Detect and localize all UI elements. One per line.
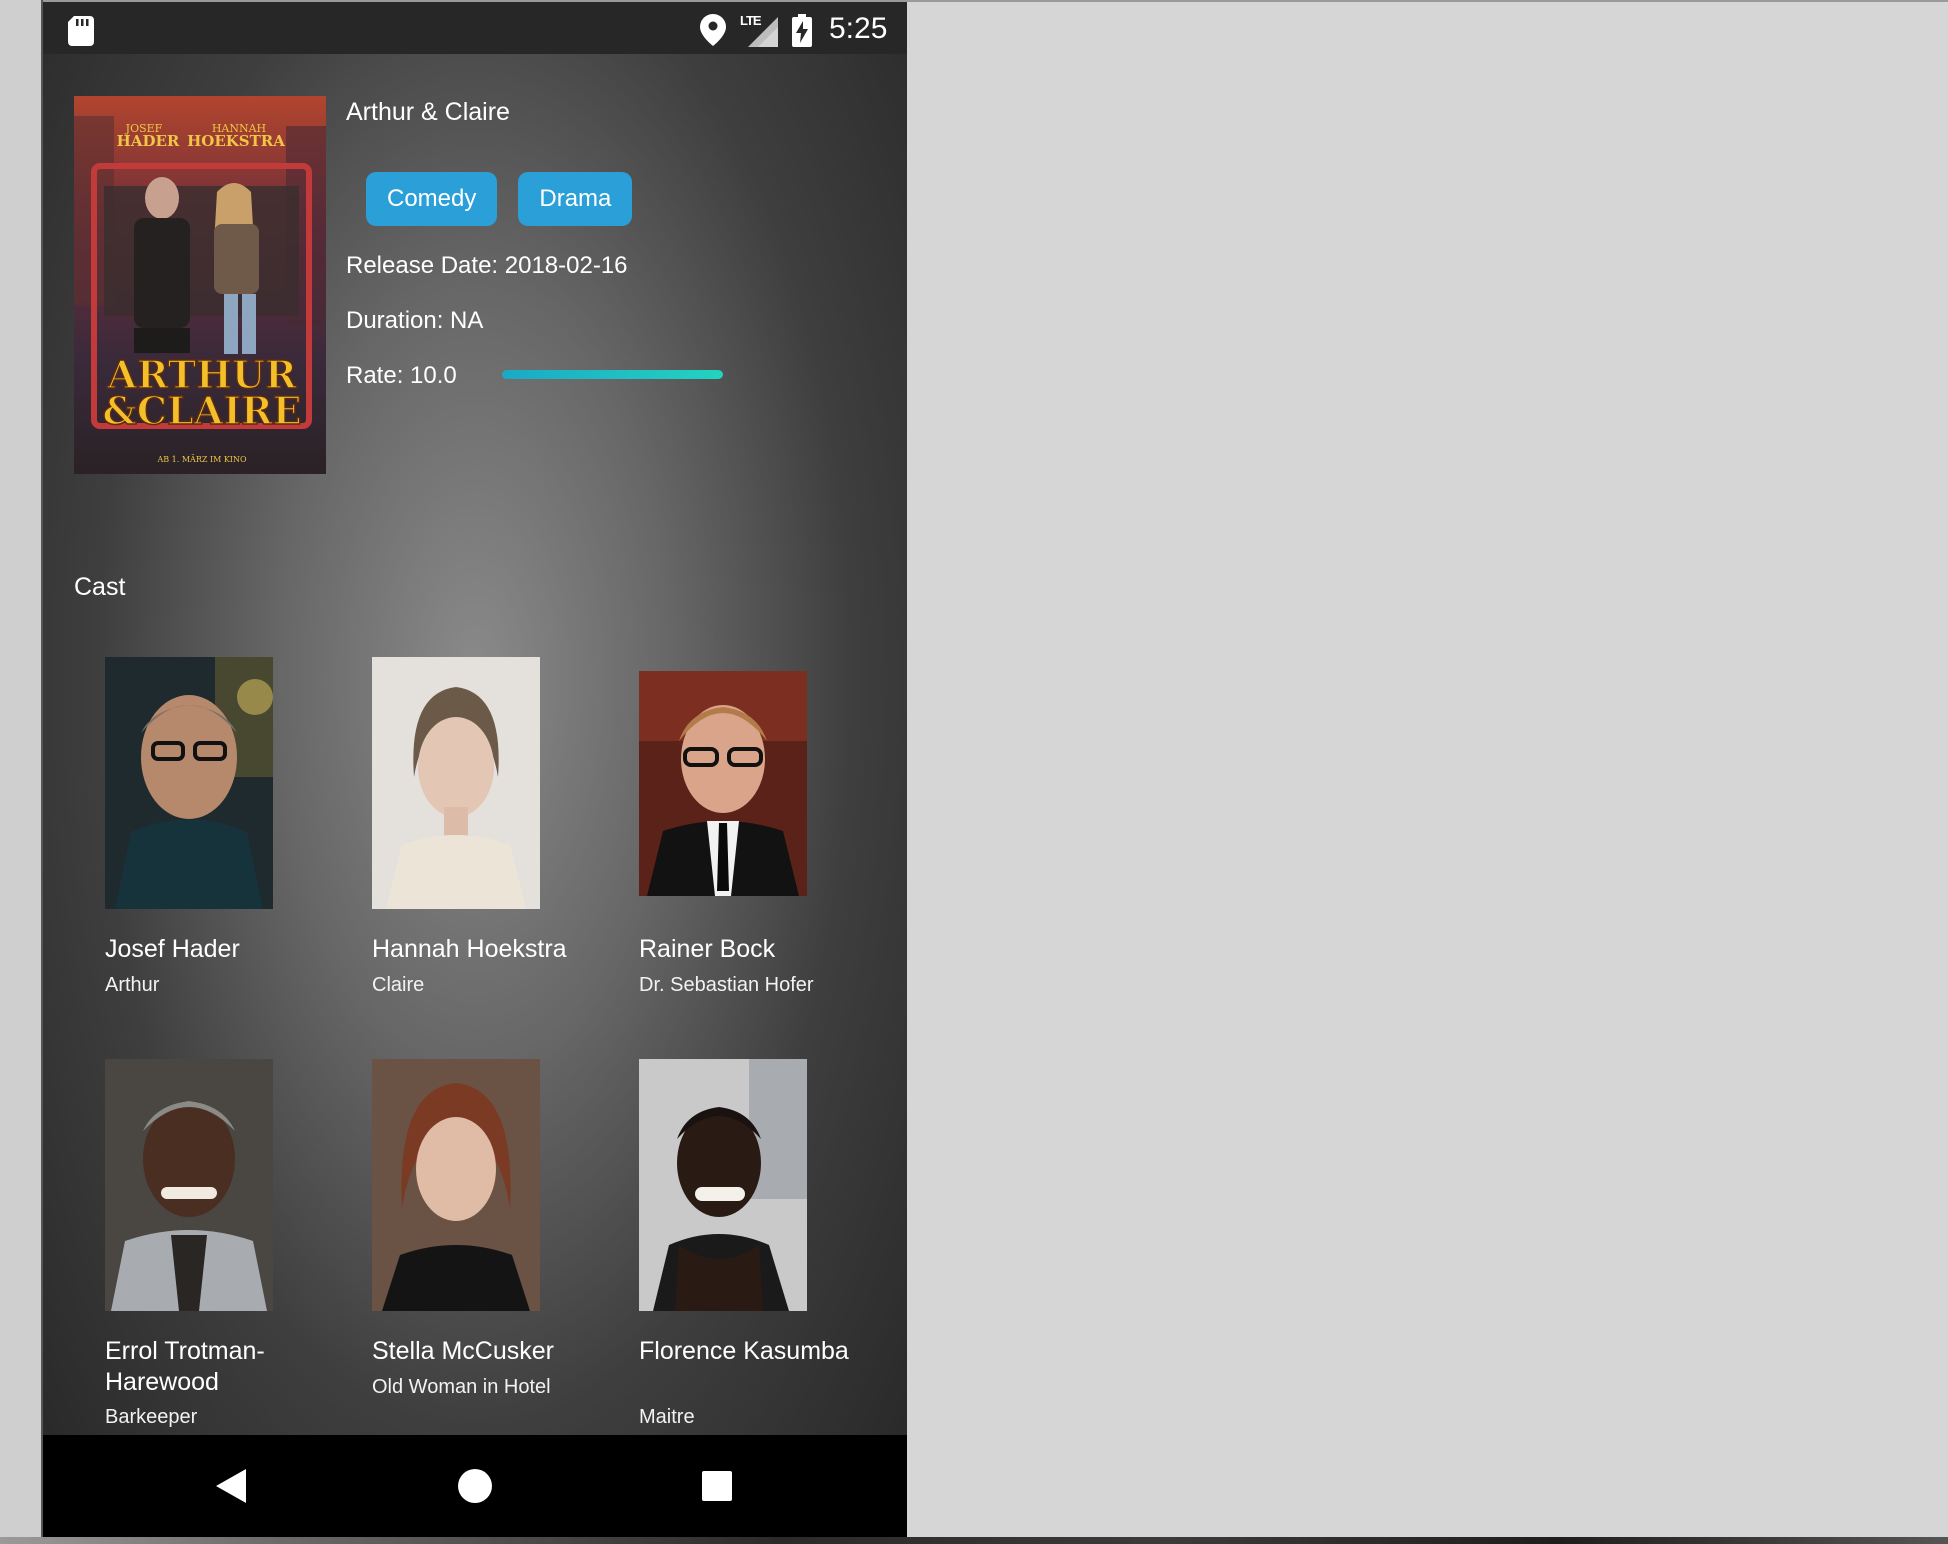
cast-role-claire: Claire [372,974,425,996]
network-type-label: LTE [740,13,762,28]
cast-role-maitre: Maitre [639,1406,695,1428]
genre-chip-drama[interactable]: Drama [518,172,633,226]
poster-name-2b: HOEKSTRA [187,132,285,150]
movie-title: Arthur & Claire [346,98,510,126]
cast-role-old-woman-in-hotel: Old Woman in Hotel [372,1376,551,1398]
duration: Duration: NA [346,307,484,334]
release-date: Release Date: 2018-02-16 [346,252,628,279]
back-icon [216,1469,246,1503]
cast-role-dr-sebastian-hofer: Dr. Sebastian Hofer [639,974,814,996]
location-icon [700,14,726,46]
movie-poster[interactable]: JOSEF HADER HANNAH HOEKSTRA ARTHUR &CLAI… [74,96,326,474]
cast-photo-errol-trotman-harewood[interactable] [105,1059,273,1311]
window-bottom-strip [0,1537,1948,1544]
recents-icon [702,1471,732,1501]
cast-photo-stella-mccusker[interactable] [372,1059,540,1311]
cast-photo-josef-hader[interactable] [105,657,273,909]
cast-name-florence-kasumba: Florence Kasumba [639,1337,849,1365]
back-button[interactable] [171,1435,291,1537]
cast-photo-florence-kasumba[interactable] [639,1059,807,1311]
cast-name-rainer-bock: Rainer Bock [639,935,776,963]
cast-role-barkeeper: Barkeeper [105,1406,198,1428]
sd-card-icon [68,16,94,46]
poster-title-line2: &CLAIRE [102,388,301,433]
genre-chip-comedy[interactable]: Comedy [366,172,498,226]
cast-name-hannah-hoekstra: Hannah Hoekstra [372,935,567,963]
rate-progress-fill [502,370,723,379]
window-left-margin [0,0,41,1544]
status-bar: LTE 5:25 [43,2,907,54]
cast-photo-hannah-hoekstra[interactable] [372,657,540,909]
cast-role-arthur: Arthur [105,974,160,996]
battery-charging-icon [792,14,812,47]
device-screen: LTE 5:25 JOSEF HADER HANNAH HOEKSTRA ART… [43,2,907,1537]
poster-name-1b: HADER [117,132,180,150]
status-clock: 5:25 [829,12,888,45]
cast-photo-rainer-bock[interactable] [639,671,807,896]
rate-label: Rate: 10.0 [346,362,457,389]
cast-name-stella-mccusker: Stella McCusker [372,1337,554,1365]
poster-footer: AB 1. MÄRZ IM KINO [156,455,247,464]
recents-button[interactable] [657,1435,777,1537]
genre-chips: Comedy Drama [366,172,633,226]
home-icon [458,1469,492,1503]
cast-heading: Cast [74,573,126,601]
rate-progress-bar [502,370,723,379]
home-button[interactable] [415,1435,535,1537]
navigation-bar [43,1435,907,1537]
cast-name-josef-hader: Josef Hader [105,935,240,963]
cast-name-errol-trotman-harewood: Errol Trotman-Harewood [105,1337,265,1396]
